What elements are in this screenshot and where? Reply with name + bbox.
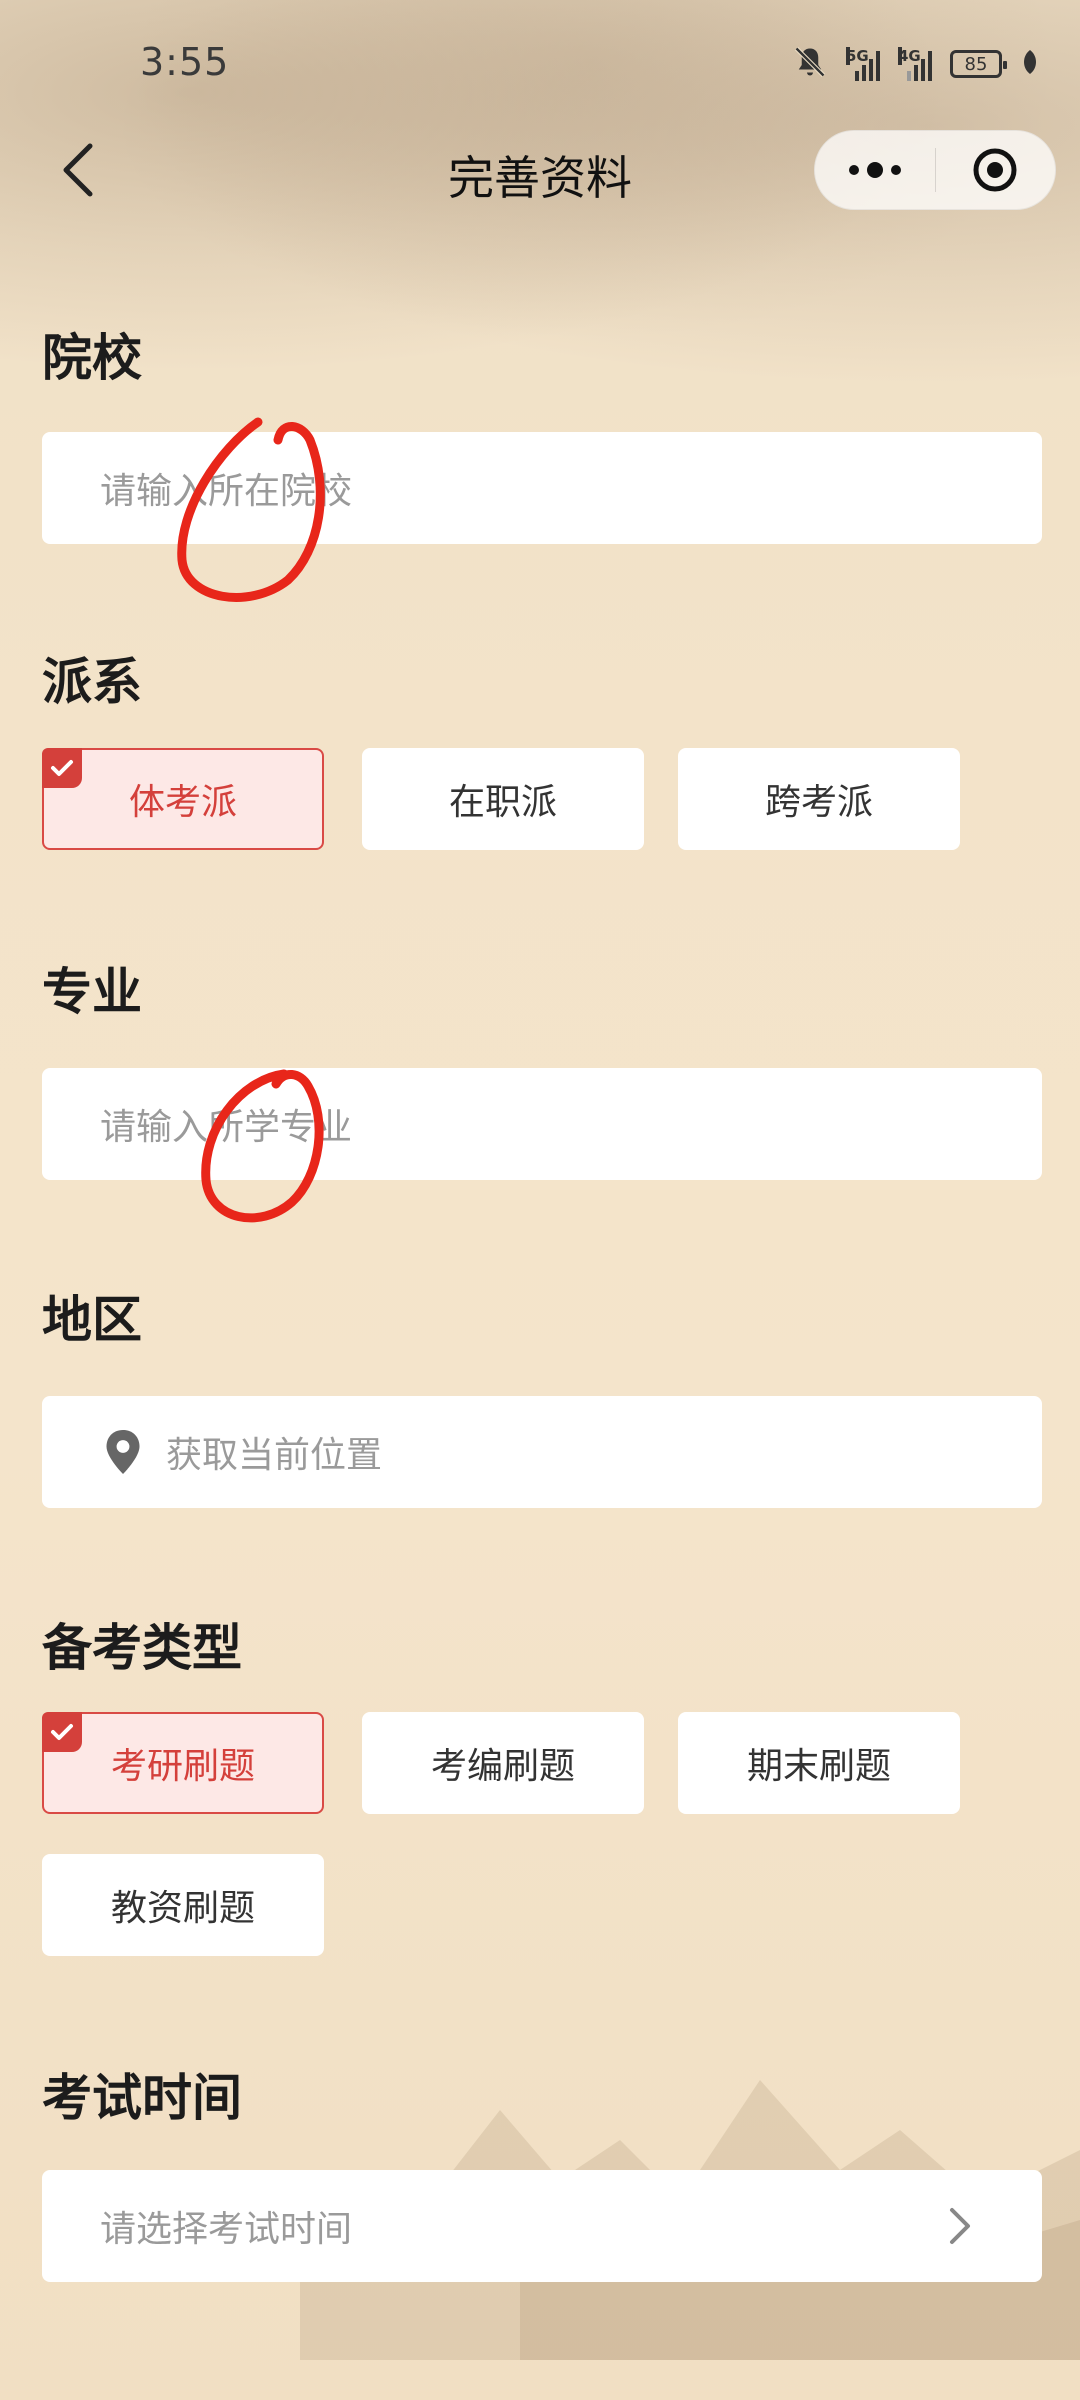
school-input-placeholder: 请输入所在院校 — [100, 471, 353, 512]
section-title-exam-type: 备考类型 — [42, 1619, 242, 1677]
faction-option-label: 跨考派 — [764, 782, 873, 823]
school-input[interactable]: 请输入所在院校 — [42, 432, 1042, 544]
location-picker[interactable]: 获取当前位置 — [42, 1396, 1042, 1508]
chevron-right-icon — [950, 2208, 970, 2244]
status-time: 3:55 — [140, 40, 230, 84]
location-pin-icon — [100, 1429, 146, 1475]
battery-icon: 85 — [950, 50, 1007, 78]
check-icon — [42, 748, 82, 788]
section-title-major: 专业 — [42, 963, 142, 1021]
target-close-icon — [973, 148, 1017, 192]
leaf-icon — [1020, 48, 1040, 80]
status-icons: 5G 4G 85 — [792, 44, 1040, 84]
faction-option-tikao[interactable]: 体考派 — [42, 748, 324, 850]
exam-time-picker[interactable]: 请选择考试时间 — [42, 2170, 1042, 2282]
more-dots-icon — [848, 162, 901, 178]
location-placeholder: 获取当前位置 — [166, 1435, 383, 1476]
background-art — [0, 0, 1080, 2400]
faction-option-kuakao[interactable]: 跨考派 — [678, 748, 960, 850]
exam-type-option-kaobian[interactable]: 考编刷题 — [362, 1712, 644, 1814]
nav-bar: 完善资料 — [0, 120, 1080, 220]
exam-type-option-jiaozi[interactable]: 教资刷题 — [42, 1854, 324, 1956]
close-button[interactable] — [936, 131, 1056, 209]
mini-program-capsule — [814, 130, 1056, 210]
section-title-region: 地区 — [42, 1291, 142, 1349]
exam-type-option-label: 考研刷题 — [110, 1746, 255, 1787]
signal-4g-icon: 4G — [898, 47, 932, 81]
exam-type-option-label: 教资刷题 — [110, 1888, 255, 1929]
signal-5g-icon: 5G — [846, 47, 880, 81]
exam-type-option-label: 期末刷题 — [746, 1746, 891, 1787]
exam-type-option-kaoyan[interactable]: 考研刷题 — [42, 1712, 324, 1814]
section-title-school: 院校 — [42, 329, 142, 387]
status-bar: 3:55 5G 4G 85 — [0, 0, 1080, 130]
exam-type-option-qimo[interactable]: 期末刷题 — [678, 1712, 960, 1814]
battery-level: 85 — [964, 53, 988, 75]
major-input[interactable]: 请输入所学专业 — [42, 1068, 1042, 1180]
faction-option-label: 体考派 — [128, 782, 237, 823]
exam-time-placeholder: 请选择考试时间 — [100, 2209, 353, 2250]
bell-mute-icon — [792, 44, 828, 84]
background-mountains — [300, 2080, 1080, 2360]
faction-option-zaizhi[interactable]: 在职派 — [362, 748, 644, 850]
section-title-exam-time: 考试时间 — [42, 2069, 242, 2127]
exam-type-option-label: 考编刷题 — [430, 1746, 575, 1787]
major-input-placeholder: 请输入所学专业 — [100, 1107, 353, 1148]
faction-option-label: 在职派 — [448, 782, 557, 823]
more-button[interactable] — [815, 131, 935, 209]
check-icon — [42, 1712, 82, 1752]
section-title-faction: 派系 — [42, 653, 142, 711]
